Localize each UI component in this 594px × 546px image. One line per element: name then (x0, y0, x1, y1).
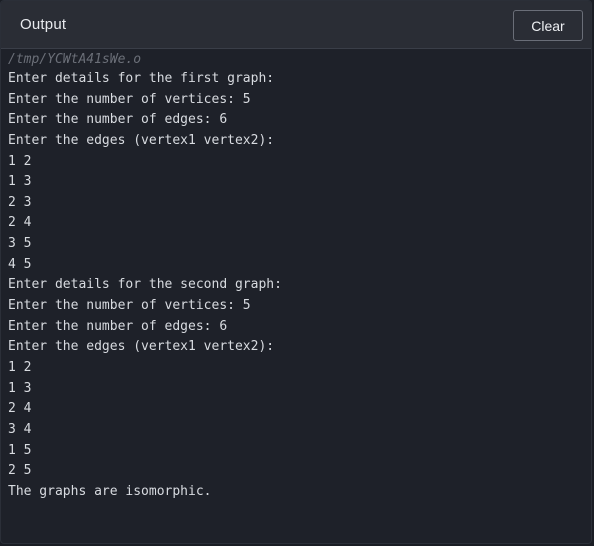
console-line: Enter the number of edges: 6 (8, 318, 228, 334)
console-line: 4 5 (8, 256, 32, 272)
console-line: Enter details for the first graph: (8, 71, 275, 86)
file-path: /tmp/YCWtA41sWe.o (8, 52, 142, 67)
console-line: 1 2 (8, 359, 32, 375)
console-line: Enter the number of vertices: 5 (8, 298, 251, 314)
console-line: Enter the edges (vertex1 vertex2): (8, 339, 275, 355)
console-line: 2 3 (8, 194, 32, 210)
console-line: 1 3 (8, 174, 32, 190)
console-line: The graphs are isomorphic. (8, 483, 212, 499)
output-panel: Output Clear /tmp/YCWtA41sWe.o Enter det… (0, 0, 592, 544)
console-line: 3 5 (8, 236, 32, 252)
console-line: Enter details for the second graph: (8, 277, 282, 293)
console-line: 1 2 (8, 153, 32, 169)
console-output: /tmp/YCWtA41sWe.o Enter details for the … (8, 51, 585, 502)
console-line: 3 4 (8, 421, 32, 437)
console-line: 1 3 (8, 380, 32, 396)
console-line: Enter the edges (vertex1 vertex2): (8, 132, 275, 148)
output-header: Output Clear (1, 1, 591, 49)
output-title: Output (20, 16, 67, 33)
console-line: Enter the number of vertices: 5 (8, 91, 251, 107)
console-line: 2 4 (8, 215, 32, 231)
console-line: Enter the number of edges: 6 (8, 112, 228, 128)
clear-button[interactable]: Clear (513, 10, 583, 41)
console-line: 1 5 (8, 442, 32, 458)
console-line: 2 4 (8, 401, 32, 417)
console-line: 2 5 (8, 463, 32, 479)
